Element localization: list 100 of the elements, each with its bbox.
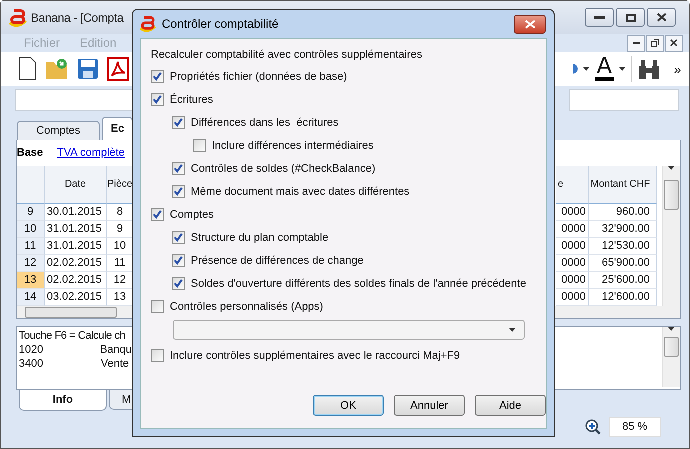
- checkbox-label: Différences dans les écritures: [191, 116, 339, 128]
- scrollbar[interactable]: [662, 166, 680, 306]
- maximize-button[interactable]: [616, 8, 645, 27]
- view-link[interactable]: TVA complète: [57, 147, 125, 159]
- dialog-button[interactable]: Annuler: [394, 395, 465, 416]
- checkbox[interactable]: [172, 116, 185, 129]
- scrollbar-thumb[interactable]: [664, 180, 679, 210]
- close-icon: [656, 13, 666, 22]
- minimize-icon: [594, 16, 605, 20]
- table-cell: 960.00: [589, 204, 657, 221]
- minimize-icon: [632, 42, 640, 44]
- restore-icon: [650, 38, 660, 48]
- table-cell: 02.02.2015: [45, 255, 107, 272]
- row-number[interactable]: 11: [17, 238, 45, 255]
- table-cell: 31.01.2015: [45, 221, 107, 238]
- tab[interactable]: Info: [19, 390, 107, 411]
- column-header[interactable]: Montant CHF: [589, 166, 657, 204]
- table-cell: 0000: [556, 255, 589, 272]
- table-cell: 0000: [556, 238, 589, 255]
- table-cell: 0000: [556, 272, 589, 289]
- input-field[interactable]: [569, 89, 679, 111]
- column-header[interactable]: Date: [45, 166, 107, 204]
- overflow-button[interactable]: »: [674, 62, 682, 76]
- row-number[interactable]: 14: [17, 289, 45, 306]
- scrollbar-thumb[interactable]: [664, 337, 679, 357]
- checkbox[interactable]: [151, 93, 164, 106]
- restore-button[interactable]: [646, 34, 664, 52]
- tab[interactable]: Comptes: [17, 121, 100, 140]
- close-icon: [524, 20, 536, 28]
- checkbox-label: Propriétés fichier (données de base): [170, 70, 348, 82]
- checkbox-label: Présence de différences de change: [191, 254, 364, 266]
- row-number[interactable]: 13: [17, 272, 45, 289]
- account-number: 1020: [19, 344, 44, 356]
- table-cell: 12'530.00: [589, 238, 657, 255]
- dialog-button[interactable]: OK: [313, 395, 384, 416]
- checkbox[interactable]: [172, 231, 185, 244]
- font-color-button[interactable]: A: [595, 57, 614, 81]
- minimize-button[interactable]: [585, 8, 614, 27]
- dialog-button[interactable]: Aide: [475, 395, 546, 416]
- dialog-heading: Recalculer comptabilité avec contrôles supplémentaires: [151, 49, 424, 61]
- checkbox-label: Contrôles personnalisés (Apps): [170, 300, 324, 312]
- close-button[interactable]: [647, 8, 676, 27]
- account-name: Vente: [101, 358, 130, 370]
- close-button[interactable]: [514, 14, 546, 34]
- view-tab[interactable]: Base: [17, 147, 44, 159]
- app-logo-icon: [139, 15, 157, 33]
- checkbox-label: Contrôles de soldes (#CheckBalance): [191, 162, 376, 174]
- table-cell: 65'900.00: [589, 255, 657, 272]
- row-number[interactable]: 10: [17, 221, 45, 238]
- column-header[interactable]: e: [556, 166, 589, 204]
- dropdown-caret-icon: [509, 328, 516, 332]
- row-number[interactable]: 9: [17, 204, 45, 221]
- checkbox-label: Structure du plan comptable: [191, 232, 329, 244]
- app-logo-icon: [8, 8, 28, 28]
- info-message: Touche F6 = Calcule ch: [19, 330, 126, 342]
- window-title: Banana - [Compta: [31, 10, 124, 24]
- caret-icon: [619, 67, 626, 71]
- checkbox[interactable]: [172, 277, 185, 290]
- table-cell: 30.01.2015: [45, 204, 107, 221]
- column-header[interactable]: Pièce: [107, 166, 134, 204]
- scrollbar[interactable]: [662, 327, 680, 387]
- checkbox-label: Soldes d'ouverture différents des soldes finals de l'année précédente: [191, 278, 526, 290]
- checkbox-label: Écritures: [170, 94, 214, 106]
- checkbox[interactable]: [172, 254, 185, 267]
- checkbox[interactable]: [151, 70, 164, 83]
- close-button[interactable]: [665, 34, 683, 52]
- open-folder-icon[interactable]: [45, 58, 69, 80]
- checkbox[interactable]: [172, 162, 185, 175]
- maximize-icon: [626, 14, 636, 22]
- binoculars-icon[interactable]: [637, 58, 662, 80]
- checkbox-label: Comptes: [170, 208, 214, 220]
- tab[interactable]: Ec: [102, 117, 134, 140]
- checkbox[interactable]: [172, 185, 185, 198]
- zoom-field[interactable]: 85 %: [609, 417, 661, 437]
- checkbox-label: Même document mais avec dates différentes: [191, 186, 410, 198]
- header-cell: [17, 166, 45, 204]
- account-number: 3400: [19, 358, 44, 370]
- dialog-title: Contrôler comptabilité: [162, 17, 279, 31]
- minimize-button[interactable]: [627, 34, 645, 52]
- checkbox[interactable]: [193, 139, 206, 152]
- close-icon: [670, 39, 678, 47]
- account-name: Banqu: [100, 344, 132, 356]
- checkbox-label: Inclure contrôles supplémentaires avec le raccourci Maj+F9: [170, 350, 460, 362]
- checkbox[interactable]: [151, 349, 164, 362]
- zoom-in-icon[interactable]: [585, 419, 601, 435]
- scrollbar-thumb[interactable]: [25, 306, 117, 318]
- table-cell: 02.02.2015: [45, 272, 107, 289]
- caret-icon: [583, 67, 590, 71]
- save-icon[interactable]: [77, 58, 99, 80]
- table-cell: 0000: [556, 221, 589, 238]
- table-cell: 32'900.00: [589, 221, 657, 238]
- checkbox[interactable]: [151, 300, 164, 313]
- row-number[interactable]: 12: [17, 255, 45, 272]
- table-cell: 25'600.00: [589, 272, 657, 289]
- table-cell: 31.01.2015: [45, 238, 107, 255]
- checkbox[interactable]: [151, 208, 164, 221]
- table-cell: 0000: [556, 204, 589, 221]
- pdf-icon[interactable]: [107, 57, 129, 81]
- checkbox-label: Inclure différences intermédiaires: [212, 140, 374, 152]
- new-document-icon[interactable]: [19, 57, 37, 81]
